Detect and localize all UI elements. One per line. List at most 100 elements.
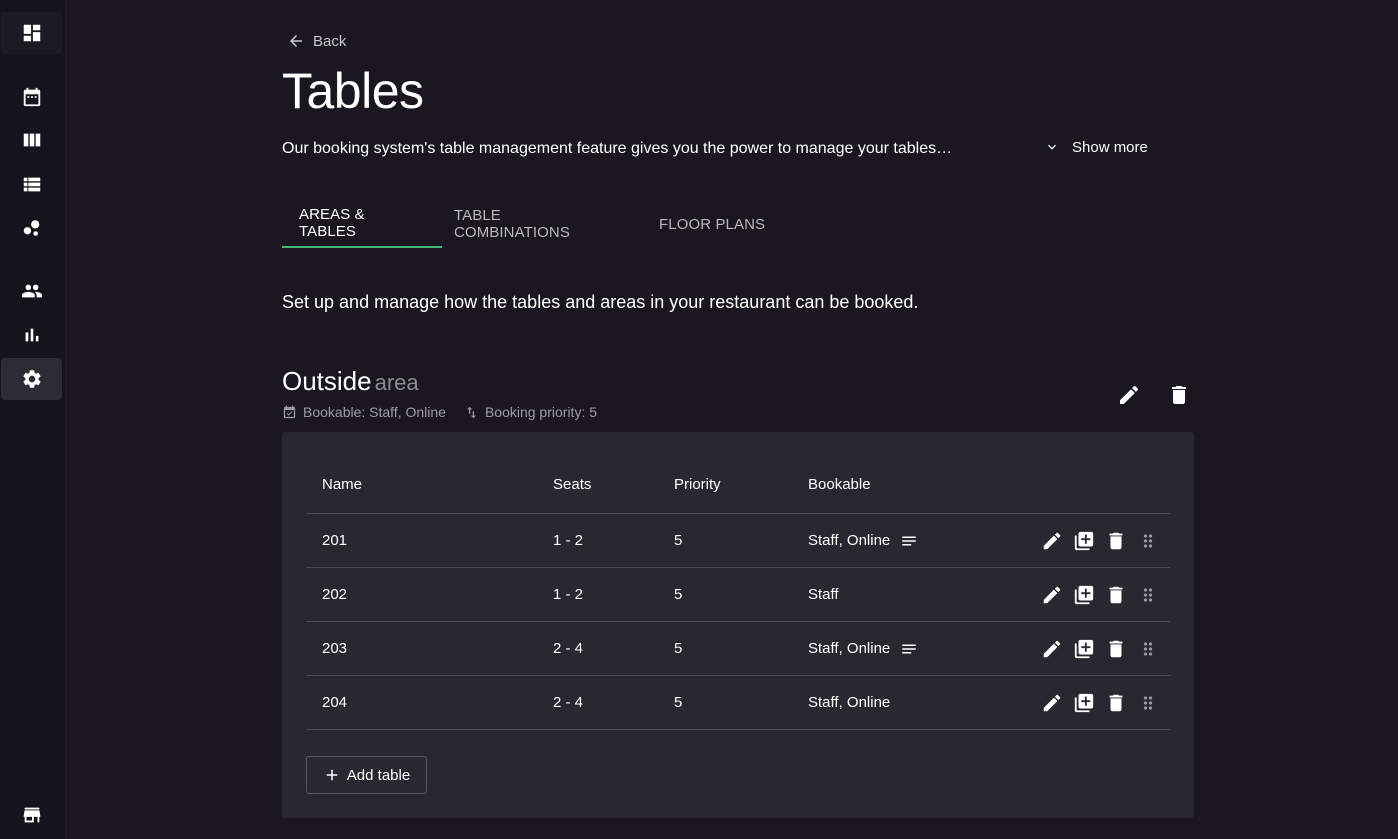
edit-table-button[interactable] — [1040, 583, 1064, 607]
area-name: Outside — [282, 366, 372, 396]
duplicate-table-button[interactable] — [1072, 529, 1096, 553]
drag-indicator-icon — [1143, 695, 1153, 710]
area-meta: Bookable: Staff, Online Booking priority… — [282, 404, 597, 420]
library-add-icon — [1074, 585, 1094, 604]
page-description: Our booking system's table management fe… — [282, 140, 953, 157]
dashboard-icon — [23, 24, 40, 42]
tab-table-combinations[interactable]: TABLE COMBINATIONS — [442, 200, 627, 248]
drag-handle[interactable] — [1136, 529, 1160, 553]
duplicate-table-button[interactable] — [1072, 691, 1096, 715]
list-icon — [23, 177, 40, 192]
plus-icon — [326, 769, 338, 781]
delete-area-button[interactable] — [1164, 380, 1194, 410]
trash-icon — [1109, 532, 1123, 549]
trash-icon — [1109, 694, 1123, 711]
row-actions — [1040, 568, 1160, 621]
row-name: 204 — [322, 694, 348, 711]
row-seats: 1 - 2 — [553, 586, 584, 603]
row-seats: 2 - 4 — [553, 694, 584, 711]
drag-handle[interactable] — [1136, 691, 1160, 715]
sidebar-item-settings[interactable] — [1, 358, 62, 400]
row-priority: 5 — [674, 586, 683, 603]
drag-handle[interactable] — [1136, 583, 1160, 607]
library-add-icon — [1074, 639, 1094, 658]
row-bookable-text: Staff, Online — [808, 532, 891, 549]
tab-floor-plans[interactable]: FLOOR PLANS — [627, 200, 782, 248]
page-title: Tables — [282, 63, 424, 119]
bubbles-icon — [23, 220, 39, 236]
row-actions — [1040, 622, 1160, 675]
duplicate-table-button[interactable] — [1072, 637, 1096, 661]
table-row: 204 2 - 4 5 Staff, Online — [306, 676, 1170, 730]
add-table-button[interactable]: Add table — [306, 756, 427, 794]
back-label: Back — [313, 32, 347, 50]
column-header-seats: Seats — [553, 476, 592, 493]
columns-icon — [23, 133, 40, 147]
row-priority: 5 — [674, 640, 683, 657]
gear-icon — [22, 370, 41, 388]
edit-table-button[interactable] — [1040, 529, 1064, 553]
row-priority: 5 — [674, 694, 683, 711]
row-bookable: Staff, Online — [808, 622, 918, 675]
show-more-button[interactable]: Show more — [1044, 136, 1148, 158]
area-bookable: Bookable: Staff, Online — [282, 404, 446, 420]
bar-chart-icon — [25, 328, 38, 342]
pencil-icon — [1043, 640, 1061, 657]
trash-icon — [1172, 386, 1186, 404]
table-row: 201 1 - 2 5 Staff, Online — [306, 514, 1170, 568]
pencil-icon — [1043, 694, 1061, 711]
row-bookable: Staff, Online — [808, 676, 890, 729]
store-icon — [23, 807, 40, 823]
swap-vert-icon — [467, 406, 476, 418]
area-header: Outside area Bookable: Staff, Online Book… — [282, 366, 1194, 420]
edit-area-button[interactable] — [1114, 380, 1144, 410]
row-seats: 2 - 4 — [553, 640, 584, 657]
row-bookable-text: Staff — [808, 586, 839, 603]
notes-icon — [902, 536, 917, 545]
delete-table-button[interactable] — [1104, 583, 1128, 607]
sidebar-item-calendar[interactable] — [1, 76, 62, 118]
show-more-label: Show more — [1072, 138, 1148, 156]
sidebar-item-columns[interactable] — [1, 119, 62, 161]
sidebar-item-guests[interactable] — [1, 270, 62, 312]
column-header-priority: Priority — [674, 476, 721, 493]
column-header-name: Name — [322, 476, 363, 493]
row-actions — [1040, 676, 1160, 729]
row-name: 202 — [322, 586, 348, 603]
row-bookable: Staff, Online — [808, 514, 918, 567]
notes-icon — [902, 644, 917, 653]
drag-indicator-icon — [1143, 641, 1153, 656]
delete-table-button[interactable] — [1104, 691, 1128, 715]
trash-icon — [1109, 586, 1123, 603]
tab-bar: AREAS & TABLES TABLE COMBINATIONS FLOOR … — [282, 200, 782, 248]
row-name: 201 — [322, 532, 348, 549]
row-name: 203 — [322, 640, 348, 657]
sidebar-item-list[interactable] — [1, 163, 62, 205]
drag-indicator-icon — [1143, 587, 1153, 602]
sidebar-item-bubbles[interactable] — [1, 207, 62, 249]
sidebar-item-store[interactable] — [1, 794, 62, 836]
table-header-row: Name Seats Priority Bookable — [306, 456, 1170, 514]
library-add-icon — [1074, 531, 1094, 550]
row-actions — [1040, 514, 1160, 567]
area-bookable-text: Bookable: Staff, Online — [303, 404, 446, 420]
back-link[interactable]: Back — [287, 30, 346, 52]
table-row: 202 1 - 2 5 Staff — [306, 568, 1170, 622]
edit-table-button[interactable] — [1040, 637, 1064, 661]
row-bookable: Staff — [808, 568, 839, 621]
tables-table: Name Seats Priority Bookable 201 1 - 2 5… — [306, 456, 1170, 730]
sidebar-item-reports[interactable] — [1, 314, 62, 356]
drag-handle[interactable] — [1136, 637, 1160, 661]
duplicate-table-button[interactable] — [1072, 583, 1096, 607]
delete-table-button[interactable] — [1104, 637, 1128, 661]
tables-card: Name Seats Priority Bookable 201 1 - 2 5… — [282, 432, 1194, 818]
row-bookable-text: Staff, Online — [808, 640, 891, 657]
delete-table-button[interactable] — [1104, 529, 1128, 553]
edit-table-button[interactable] — [1040, 691, 1064, 715]
add-table-label: Add table — [346, 766, 411, 784]
sidebar-item-dashboard[interactable] — [1, 12, 62, 54]
people-icon — [21, 284, 42, 298]
calendar-icon — [23, 87, 40, 107]
trash-icon — [1109, 640, 1123, 657]
tab-areas-tables[interactable]: AREAS & TABLES — [282, 200, 442, 248]
